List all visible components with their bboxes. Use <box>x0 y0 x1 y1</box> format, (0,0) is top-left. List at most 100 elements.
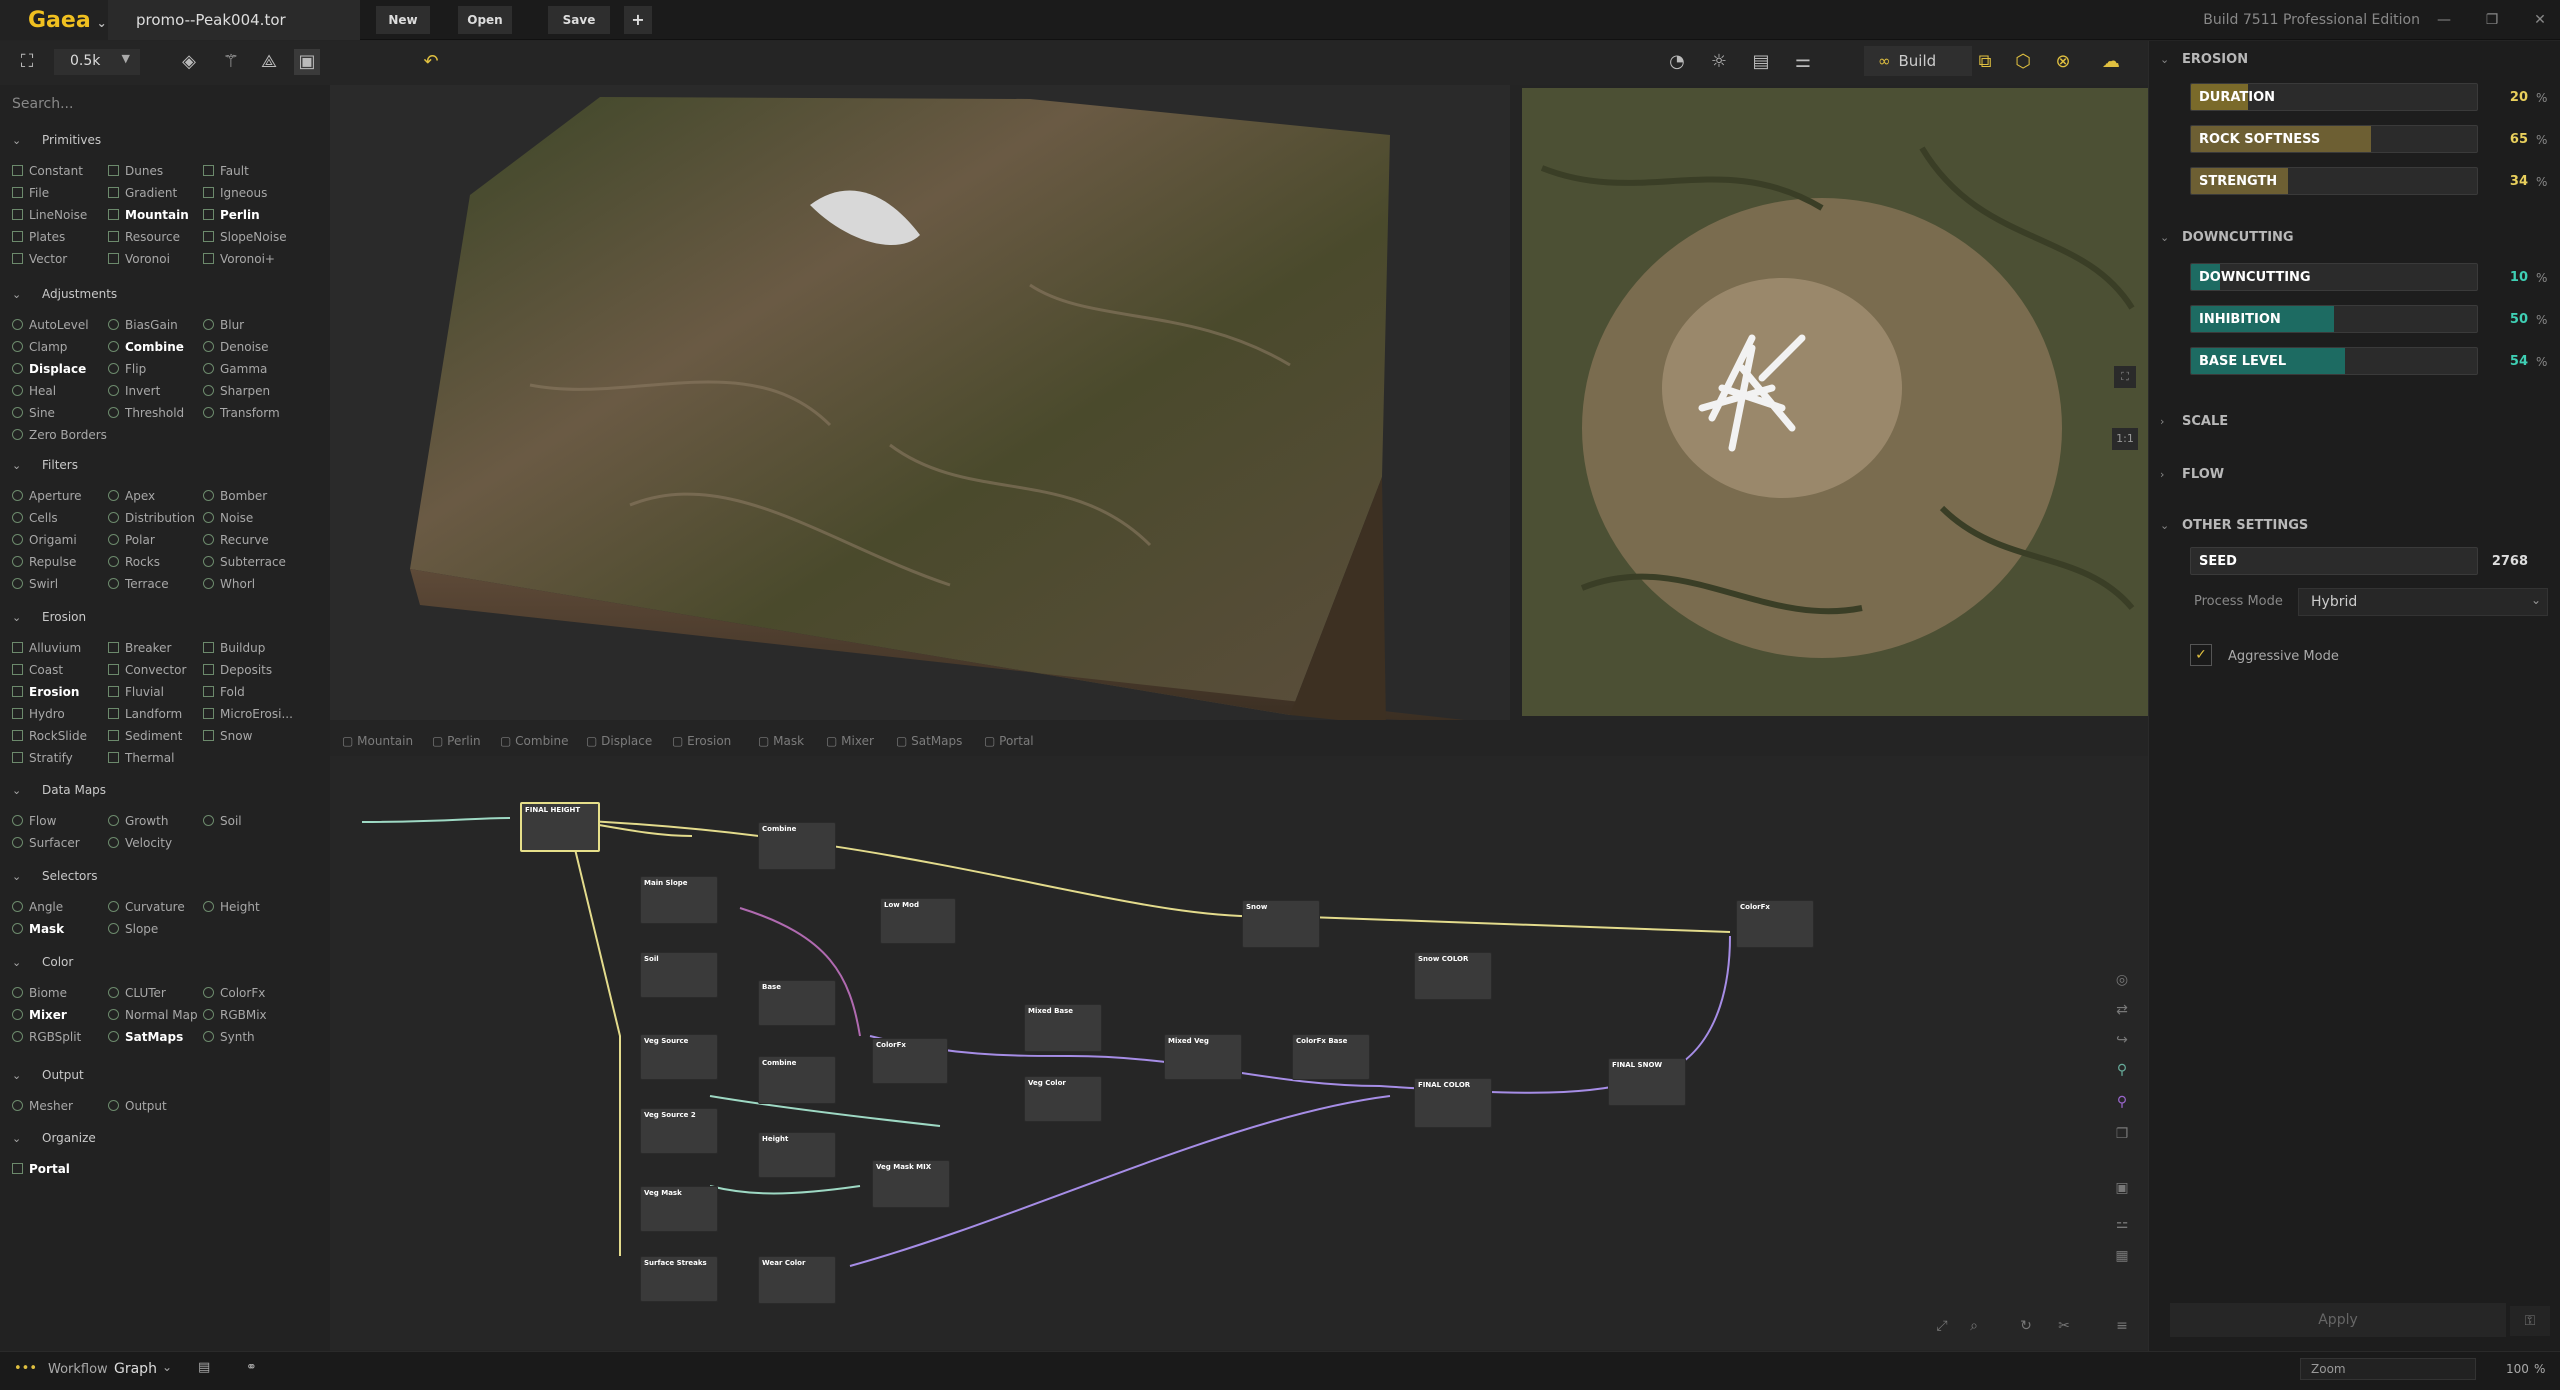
quick-node-displace[interactable]: ▢ Displace <box>586 734 652 748</box>
node-item-fold[interactable]: Fold <box>203 685 245 699</box>
slider-value[interactable]: 50 <box>2480 312 2528 327</box>
process-mode-select[interactable]: Hybrid ⌄ <box>2298 588 2548 616</box>
section-flow[interactable]: › FLOW <box>2160 467 2224 482</box>
histogram-icon[interactable]: ▤ <box>1748 49 1774 75</box>
node-item-coast[interactable]: Coast <box>12 663 63 677</box>
category-data-maps[interactable]: ⌄ Data Maps <box>12 783 106 797</box>
node-item-landform[interactable]: Landform <box>108 707 182 721</box>
layout-icon[interactable]: ▤ <box>198 1360 210 1375</box>
gaea-logo-menu[interactable]: Gaea ⌄ <box>0 0 108 40</box>
node-item-vector[interactable]: Vector <box>12 252 67 266</box>
graph-node[interactable]: Veg Mask <box>640 1186 718 1232</box>
node-item-rocks[interactable]: Rocks <box>108 555 160 569</box>
quick-node-perlin[interactable]: ▢ Perlin <box>432 734 481 748</box>
node-item-origami[interactable]: Origami <box>12 533 77 547</box>
hierarchy-icon[interactable]: ⚍ <box>2112 1216 2132 1236</box>
node-item-polar[interactable]: Polar <box>108 533 155 547</box>
graph-node[interactable]: Veg Color <box>1024 1076 1102 1122</box>
category-filters[interactable]: ⌄ Filters <box>12 458 78 472</box>
graph-node[interactable]: FINAL COLOR <box>1414 1078 1492 1128</box>
graph-node[interactable]: Snow COLOR <box>1414 952 1492 1000</box>
node-item-plates[interactable]: Plates <box>12 230 65 244</box>
node-item-subterrace[interactable]: Subterrace <box>203 555 286 569</box>
node-item-heal[interactable]: Heal <box>12 384 56 398</box>
adjust-icon[interactable]: ⚌ <box>1790 49 1816 75</box>
duplicate-icon[interactable]: ❐ <box>2112 1126 2132 1146</box>
slider-strength[interactable]: STRENGTH <box>2190 167 2478 195</box>
export-icon[interactable]: ⧉ <box>1972 49 1998 75</box>
graph-node[interactable]: Mixed Veg <box>1164 1034 1242 1080</box>
graph-node[interactable]: Snow <box>1242 900 1320 948</box>
node-item-hydro[interactable]: Hydro <box>12 707 65 721</box>
node-item-constant[interactable]: Constant <box>12 164 83 178</box>
graph-node[interactable]: ColorFx <box>1736 900 1814 948</box>
box-icon[interactable]: ⬡ <box>2010 49 2036 75</box>
node-item-aperture[interactable]: Aperture <box>12 489 82 503</box>
node-item-mesher[interactable]: Mesher <box>12 1099 73 1113</box>
quick-node-erosion[interactable]: ▢ Erosion <box>672 734 731 748</box>
zoom-input[interactable]: Zoom <box>2300 1358 2476 1380</box>
category-organize[interactable]: ⌄ Organize <box>12 1131 96 1145</box>
node-item-rgbmix[interactable]: RGBMix <box>203 1008 267 1022</box>
node-item-convector[interactable]: Convector <box>108 663 186 677</box>
add-tab-button[interactable]: + <box>624 6 652 34</box>
node-item-portal[interactable]: Portal <box>12 1162 70 1176</box>
graph-node[interactable]: ColorFx <box>872 1038 948 1084</box>
node-item-igneous[interactable]: Igneous <box>203 186 267 200</box>
scissors-icon[interactable]: ✂ <box>2054 1318 2074 1338</box>
close-icon[interactable]: ✕ <box>2528 8 2552 32</box>
node-item-microerosi-[interactable]: MicroErosi... <box>203 707 293 721</box>
slider-duration[interactable]: DURATION <box>2190 83 2478 111</box>
node-item-growth[interactable]: Growth <box>108 814 168 828</box>
open-button[interactable]: Open <box>458 6 512 34</box>
peak-icon[interactable]: ⟁ <box>256 49 282 75</box>
slider-rock-softness[interactable]: ROCK SOFTNESS <box>2190 125 2478 153</box>
node-item-linenoise[interactable]: LineNoise <box>12 208 87 222</box>
category-selectors[interactable]: ⌄ Selectors <box>12 869 98 883</box>
graph-node[interactable]: FINAL HEIGHT <box>520 802 600 852</box>
node-item-rgbsplit[interactable]: RGBSplit <box>12 1030 81 1044</box>
minimize-icon[interactable]: — <box>2432 8 2456 32</box>
seed-value[interactable]: 2768 <box>2480 554 2528 569</box>
node-item-mountain[interactable]: Mountain <box>108 208 189 222</box>
resolution-select[interactable]: 0.5k ▼ <box>54 49 140 75</box>
graph-node[interactable]: ColorFx Base <box>1292 1034 1370 1080</box>
quick-node-portal[interactable]: ▢ Portal <box>984 734 1034 748</box>
frame-icon[interactable]: ⛶ <box>14 49 40 75</box>
graph-node[interactable]: Veg Source <box>640 1034 718 1080</box>
node-item-flip[interactable]: Flip <box>108 362 146 376</box>
node-item-zero-borders[interactable]: Zero Borders <box>12 428 107 442</box>
slider-inhibition[interactable]: INHIBITION <box>2190 305 2478 333</box>
node-item-swirl[interactable]: Swirl <box>12 577 58 591</box>
graph-node[interactable]: Height <box>758 1132 836 1178</box>
tag-icon[interactable]: ⚲ <box>2112 1094 2132 1114</box>
quick-node-mountain[interactable]: ▢ Mountain <box>342 734 413 748</box>
fit-view-icon[interactable]: ⛶ <box>2114 366 2136 388</box>
node-item-mixer[interactable]: Mixer <box>12 1008 67 1022</box>
slider-value[interactable]: 34 <box>2480 174 2528 189</box>
node-item-bomber[interactable]: Bomber <box>203 489 267 503</box>
compass-icon[interactable]: ◈ <box>176 49 202 75</box>
refresh-icon[interactable]: ↻ <box>2016 1318 2036 1338</box>
one-to-one-button[interactable]: 1:1 <box>2112 428 2138 450</box>
category-output[interactable]: ⌄ Output <box>12 1068 84 1082</box>
node-item-apex[interactable]: Apex <box>108 489 155 503</box>
quick-node-combine[interactable]: ▢ Combine <box>500 734 569 748</box>
category-adjustments[interactable]: ⌄ Adjustments <box>12 287 117 301</box>
category-color[interactable]: ⌄ Color <box>12 955 73 969</box>
node-item-blur[interactable]: Blur <box>203 318 244 332</box>
node-item-sediment[interactable]: Sediment <box>108 729 182 743</box>
node-item-biome[interactable]: Biome <box>12 986 67 1000</box>
node-item-denoise[interactable]: Denoise <box>203 340 269 354</box>
restore-icon[interactable]: ❐ <box>2480 8 2504 32</box>
section-erosion[interactable]: ⌄ EROSION <box>2160 52 2248 67</box>
node-item-normal-map[interactable]: Normal Map <box>108 1008 198 1022</box>
section-downcutting[interactable]: ⌄ DOWNCUTTING <box>2160 230 2294 245</box>
cloud-icon[interactable]: ☁ <box>2098 49 2124 75</box>
slider-downcutting[interactable]: DOWNCUTTING <box>2190 263 2478 291</box>
section-scale[interactable]: › SCALE <box>2160 414 2228 429</box>
node-item-sharpen[interactable]: Sharpen <box>203 384 270 398</box>
slider-value[interactable]: 20 <box>2480 90 2528 105</box>
node-item-recurve[interactable]: Recurve <box>203 533 269 547</box>
node-item-terrace[interactable]: Terrace <box>108 577 169 591</box>
